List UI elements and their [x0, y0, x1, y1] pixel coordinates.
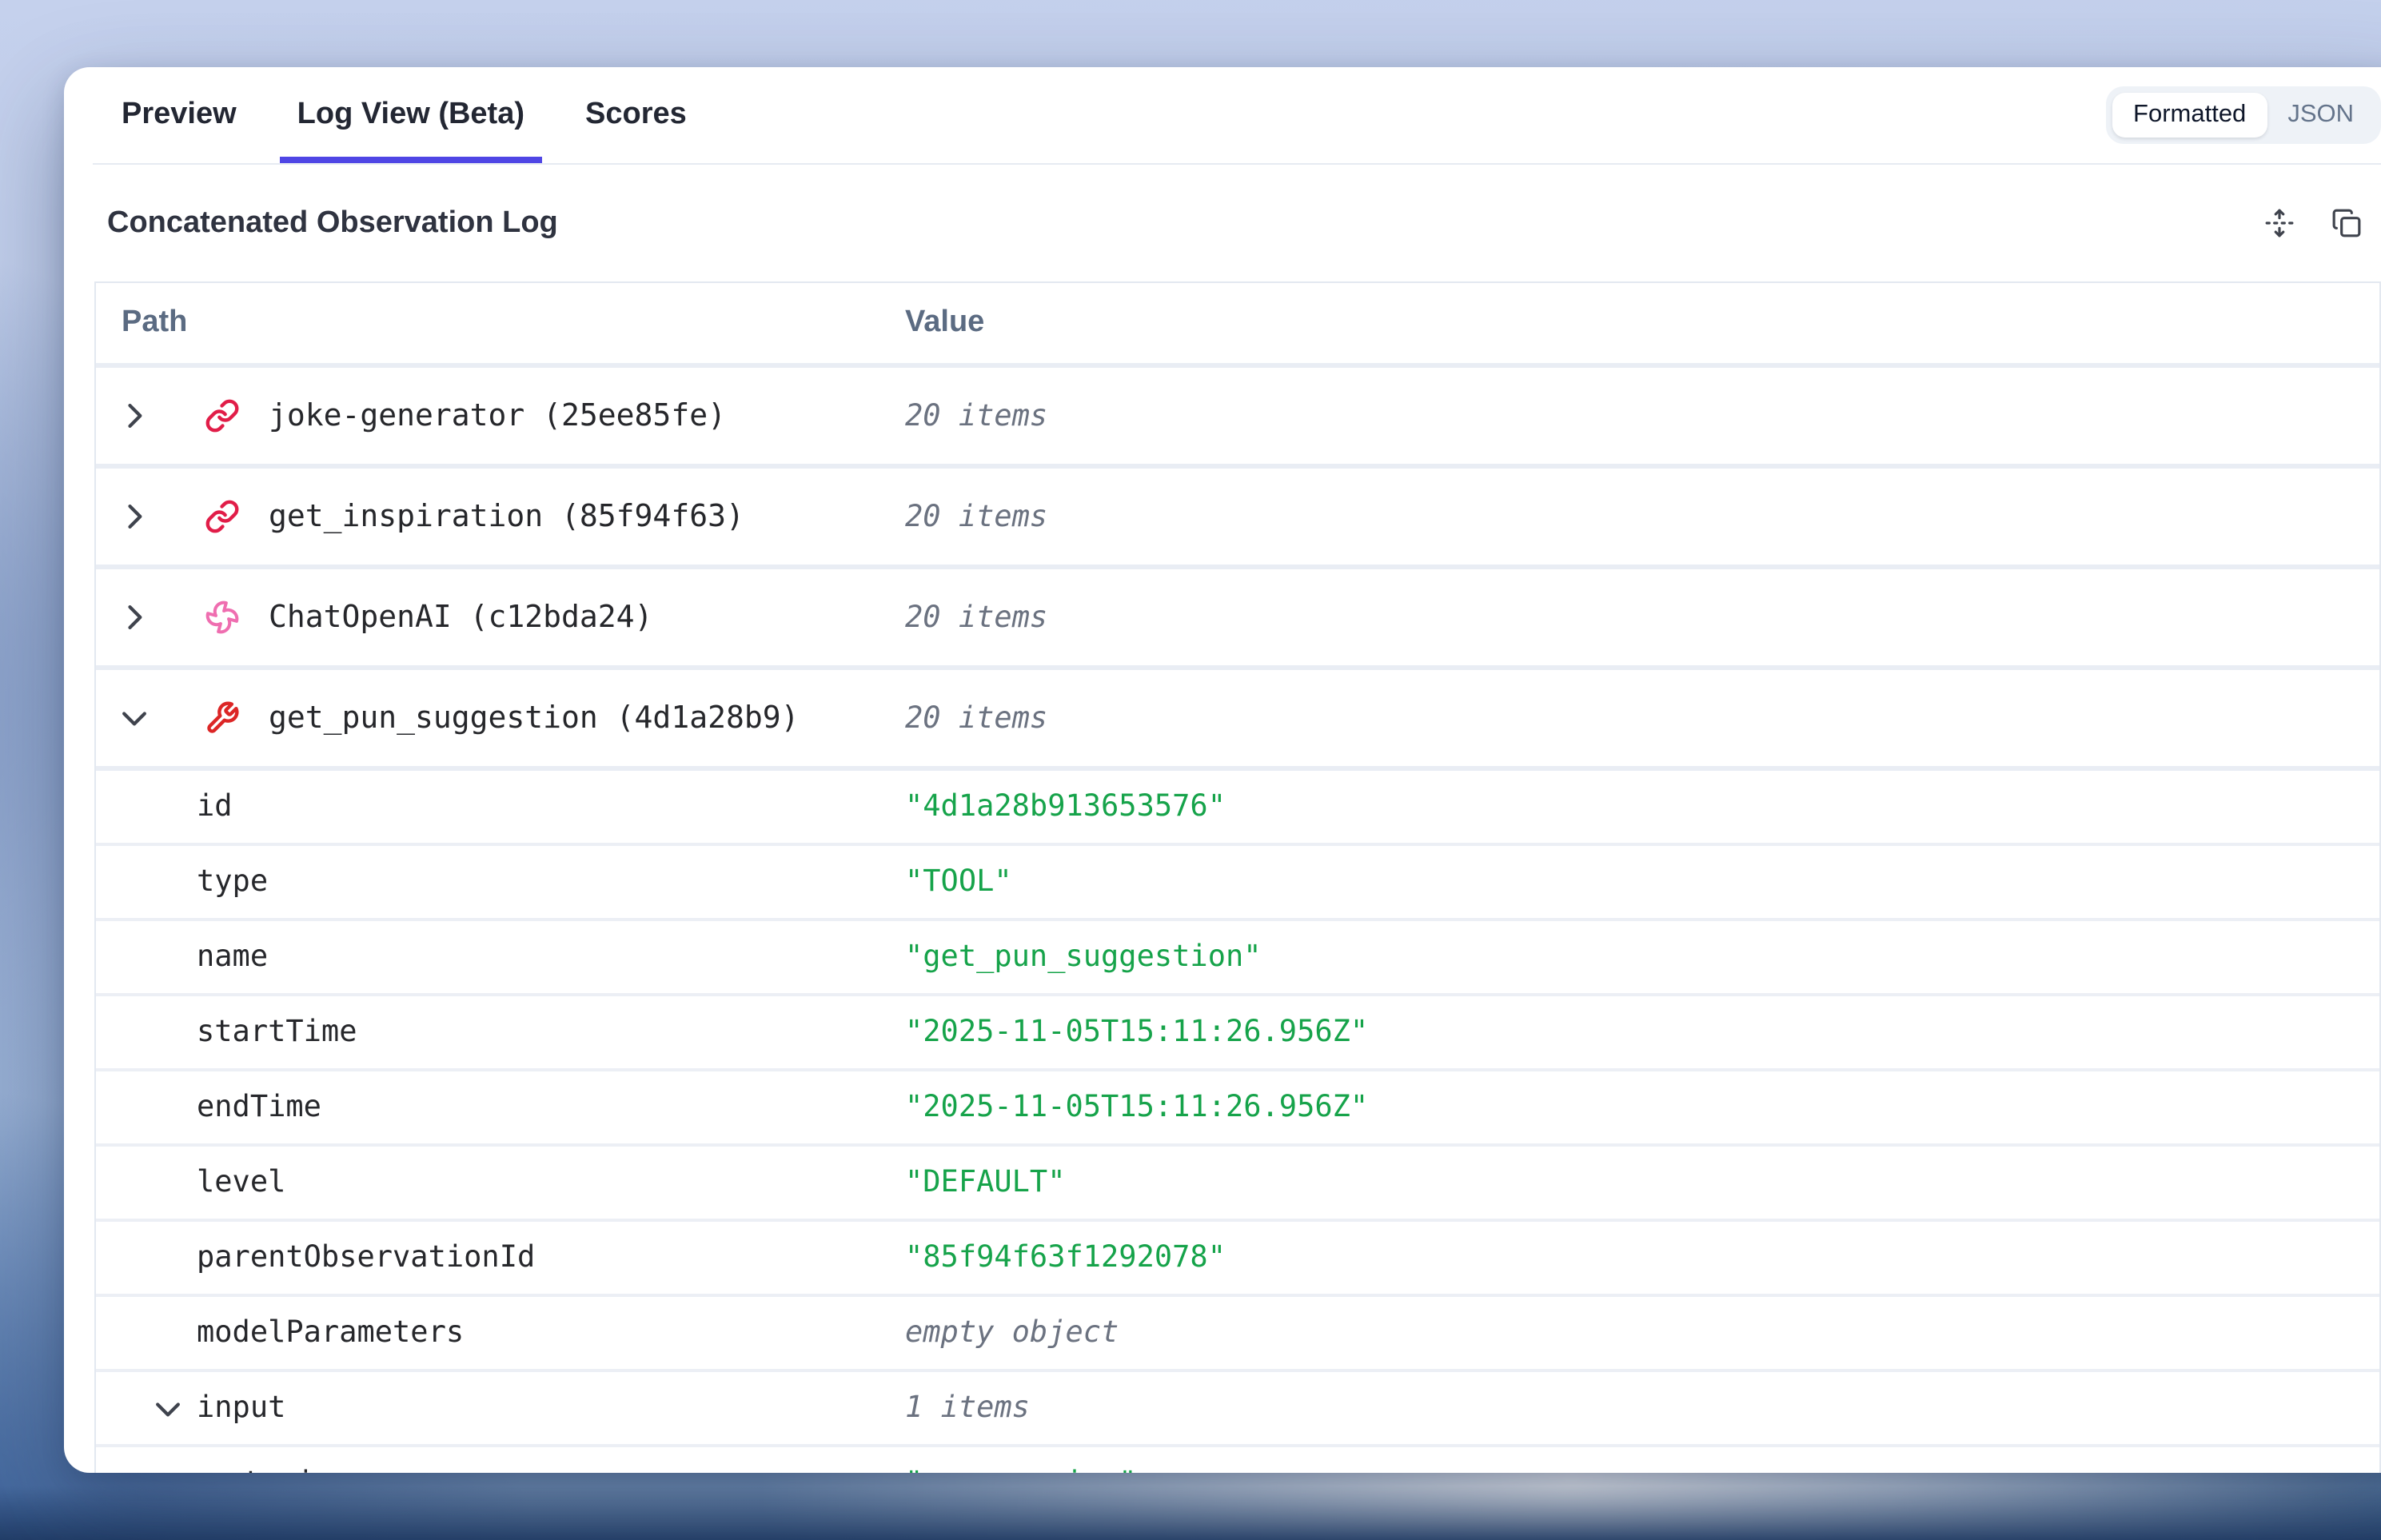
property-value: "2025-11-05T15:11:26.956Z"	[905, 1015, 2379, 1049]
table-row: ChatOpenAI (c12bda24) 20 items	[96, 569, 2379, 670]
table-row: level "DEFAULT"	[96, 1147, 2379, 1222]
tab-preview[interactable]: Preview	[104, 67, 254, 163]
property-key: name	[197, 940, 268, 974]
link-icon	[205, 499, 240, 534]
chevron-right-icon[interactable]	[117, 499, 152, 534]
table-row: type "TOOL"	[96, 846, 2379, 921]
table-row: input 1 items	[96, 1372, 2379, 1447]
chevron-right-icon[interactable]	[117, 398, 152, 433]
observation-label: get_pun_suggestion (4d1a28b9)	[269, 700, 799, 736]
trace-detail-panel: Preview Log View (Beta) Scores Formatted…	[64, 67, 2381, 1473]
wrench-icon	[205, 700, 240, 736]
tab-log-view[interactable]: Log View (Beta)	[280, 67, 542, 163]
property-value: 20 items	[905, 600, 2379, 634]
observation-label: get_inspiration (85f94f63)	[269, 499, 744, 534]
format-toggle-json[interactable]: JSON	[2267, 93, 2375, 138]
property-key: level	[197, 1166, 285, 1199]
chevron-right-icon[interactable]	[117, 600, 152, 635]
table-body: joke-generator (25ee85fe)20 itemsget_ins…	[96, 368, 2379, 1473]
format-toggle: Formatted JSON	[2106, 86, 2381, 144]
section-header: Concatenated Observation Log	[93, 165, 2381, 281]
observation-label: joke-generator (25ee85fe)	[269, 398, 726, 433]
column-header-value: Value	[905, 305, 2379, 341]
link-icon	[205, 398, 240, 433]
fan-icon	[205, 600, 240, 635]
property-value: 20 items	[905, 399, 2379, 433]
chevron-down-icon[interactable]	[117, 700, 152, 736]
property-key: parentObservationId	[197, 1241, 535, 1275]
property-key: topic	[243, 1466, 332, 1473]
table-row: parentObservationId "85f94f63f1292078"	[96, 1222, 2379, 1297]
property-key: modelParameters	[197, 1316, 464, 1350]
property-value: 20 items	[905, 500, 2379, 533]
desktop-background: Preview Log View (Beta) Scores Formatted…	[0, 0, 2381, 1540]
property-key: startTime	[197, 1015, 357, 1049]
property-value: 1 items	[905, 1391, 2379, 1425]
unfold-vertical-icon[interactable]	[2264, 208, 2295, 238]
property-key: endTime	[197, 1091, 321, 1124]
section-title: Concatenated Observation Log	[107, 205, 558, 241]
table-row: id "4d1a28b913653576"	[96, 771, 2379, 846]
table-row: get_pun_suggestion (4d1a28b9) 20 items	[96, 670, 2379, 771]
property-value: "85f94f63f1292078"	[905, 1241, 2379, 1275]
property-value: "TOOL"	[905, 865, 2379, 899]
table-row: joke-generator (25ee85fe) 20 items	[96, 368, 2379, 469]
chevron-down-icon[interactable]	[150, 1390, 185, 1426]
table-header-row: Path Value	[96, 283, 2379, 368]
table-row: modelParameters empty object	[96, 1297, 2379, 1372]
property-value: "2025-11-05T15:11:26.956Z"	[905, 1091, 2379, 1124]
table-row: get_inspiration (85f94f63) 20 items	[96, 469, 2379, 569]
copy-icon[interactable]	[2331, 208, 2362, 238]
column-header-path: Path	[96, 305, 905, 341]
property-value: empty object	[905, 1316, 2379, 1350]
property-value: "DEFAULT"	[905, 1166, 2379, 1199]
property-key: id	[197, 790, 233, 824]
observation-label: ChatOpenAI (c12bda24)	[269, 600, 652, 635]
property-value: "get_pun_suggestion"	[905, 940, 2379, 974]
table-row: startTime "2025-11-05T15:11:26.956Z"	[96, 996, 2379, 1071]
tab-scores[interactable]: Scores	[568, 67, 704, 163]
table-row: name "get_pun_suggestion"	[96, 921, 2379, 996]
tab-bar: Preview Log View (Beta) Scores Formatted…	[93, 67, 2381, 165]
property-value: 20 items	[905, 701, 2379, 735]
table-row: endTime "2025-11-05T15:11:26.956Z"	[96, 1071, 2379, 1147]
property-key: type	[197, 865, 268, 899]
property-key: input	[197, 1391, 285, 1425]
format-toggle-formatted[interactable]: Formatted	[2112, 93, 2267, 138]
observation-log-table: Path Value joke-generator (25ee85fe) 20 i…	[94, 281, 2381, 1473]
property-value: "4d1a28b913653576"	[905, 790, 2379, 824]
property-value: "programming"	[905, 1466, 2379, 1473]
table-row: topic "programming"	[96, 1447, 2379, 1473]
